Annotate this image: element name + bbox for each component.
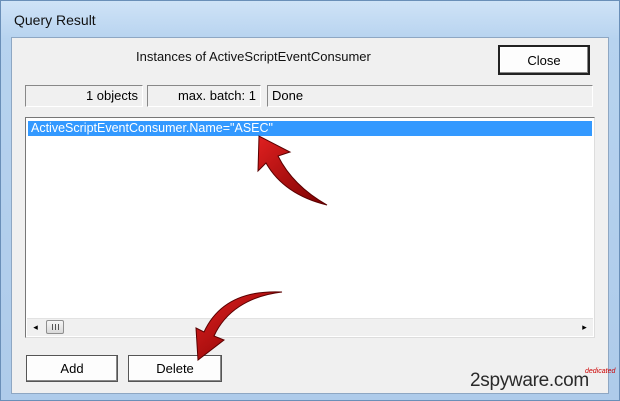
query-state: Done — [267, 85, 593, 107]
grip-line — [52, 324, 53, 330]
dialog-client-area: Instances of ActiveScriptEventConsumer C… — [11, 37, 609, 394]
instances-heading: Instances of ActiveScriptEventConsumer — [136, 49, 371, 64]
list-item[interactable]: ActiveScriptEventConsumer.Name="ASEC" — [28, 121, 592, 136]
results-list[interactable]: ActiveScriptEventConsumer.Name="ASEC" ◂ … — [25, 117, 595, 338]
delete-button[interactable]: Delete — [128, 355, 222, 382]
max-batch: max. batch: 1 — [147, 85, 261, 107]
close-button[interactable]: Close — [498, 45, 590, 75]
watermark-logo: 2spyware.com — [470, 370, 589, 391]
watermark-tag: dedicated — [585, 368, 616, 375]
horizontal-scrollbar[interactable]: ◂ ▸ — [27, 318, 593, 336]
scroll-thumb[interactable] — [46, 320, 64, 334]
window-title: Query Result — [14, 12, 96, 28]
scroll-right-icon[interactable]: ▸ — [576, 319, 593, 336]
grip-line — [55, 324, 56, 330]
objects-count: 1 objects — [25, 85, 143, 107]
scroll-left-icon[interactable]: ◂ — [27, 319, 44, 336]
add-button[interactable]: Add — [26, 355, 118, 382]
grip-line — [58, 324, 59, 330]
status-bar: 1 objects max. batch: 1 Done — [25, 85, 595, 107]
title-bar[interactable]: Query Result — [1, 1, 619, 37]
query-result-window: Query Result Instances of ActiveScriptEv… — [0, 0, 620, 401]
